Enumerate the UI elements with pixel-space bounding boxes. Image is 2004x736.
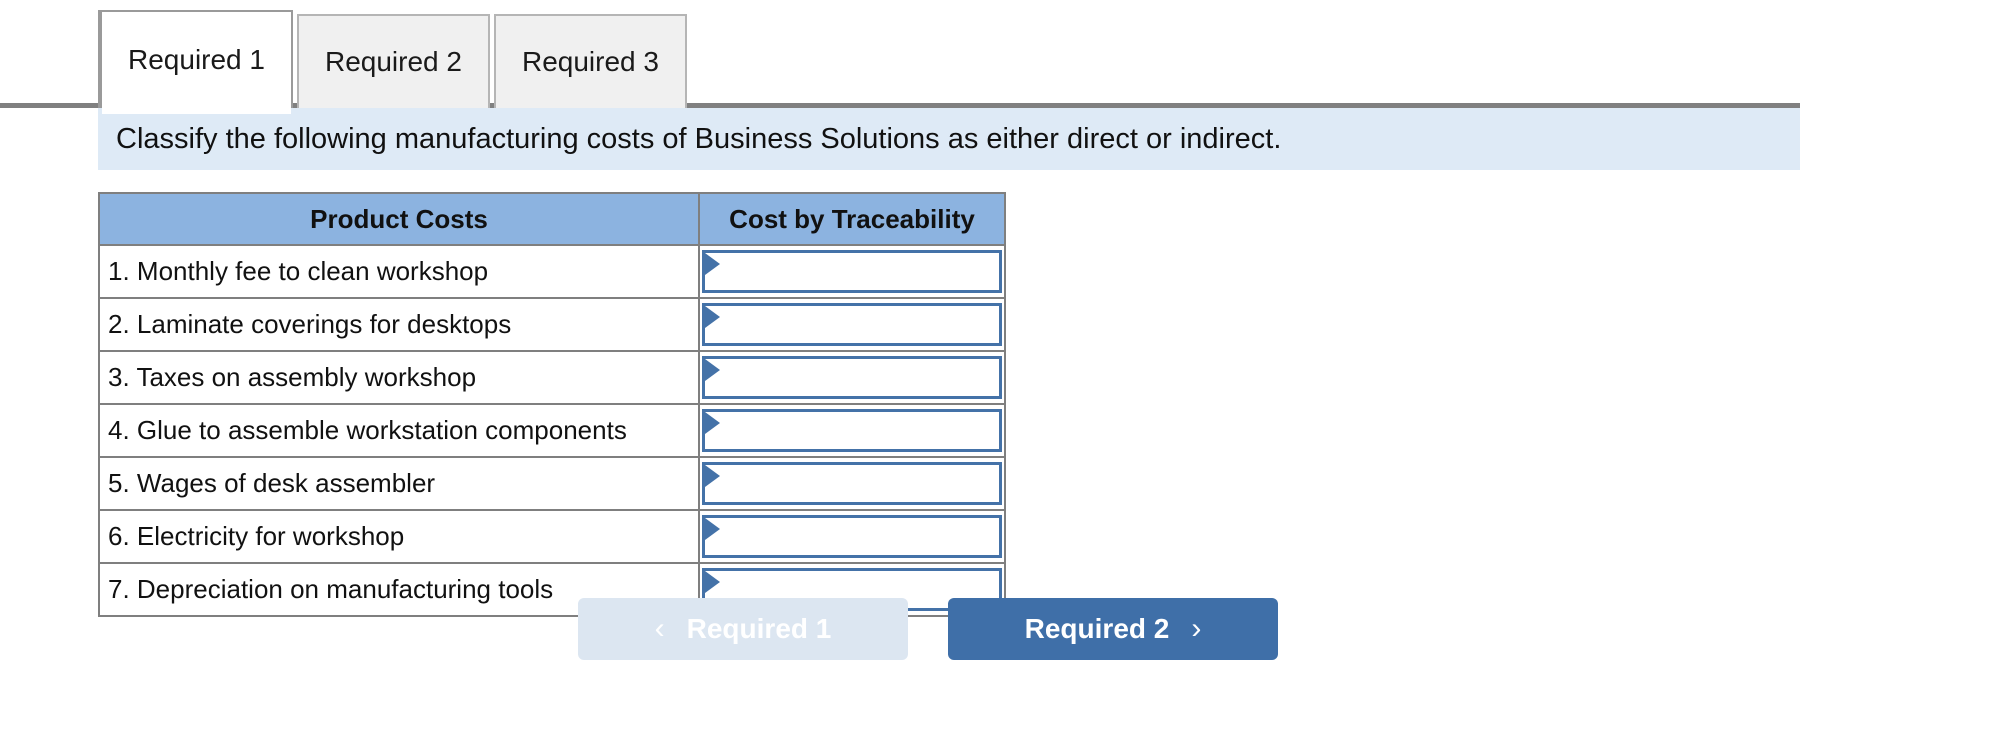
product-cost-label: 3. Taxes on assembly workshop	[98, 350, 700, 405]
traceability-cell	[698, 456, 1006, 511]
dropdown-triangle-icon	[705, 571, 720, 593]
traceability-dropdown-5[interactable]	[702, 462, 1002, 505]
traceability-cell	[698, 350, 1006, 405]
traceability-cell	[698, 244, 1006, 299]
table-header-row: Product Costs Cost by Traceability	[98, 192, 1006, 246]
tab-list: Required 1 Required 2 Required 3	[98, 10, 687, 114]
table-row: 3. Taxes on assembly workshop	[98, 350, 1006, 405]
table-row: 6. Electricity for workshop	[98, 509, 1006, 564]
traceability-dropdown-6[interactable]	[702, 515, 1002, 558]
traceability-dropdown-4[interactable]	[702, 409, 1002, 452]
next-required-button[interactable]: Required 2 ›	[948, 598, 1278, 660]
product-cost-label: 5. Wages of desk assembler	[98, 456, 700, 511]
chevron-right-icon: ›	[1191, 612, 1202, 645]
table-row: 2. Laminate coverings for desktops	[98, 297, 1006, 352]
traceability-dropdown-3[interactable]	[702, 356, 1002, 399]
footer-navigation: ‹ Required 1 Required 2 ›	[578, 598, 1278, 660]
dropdown-triangle-icon	[705, 465, 720, 487]
tab-required-1[interactable]: Required 1	[98, 10, 293, 114]
tab-required-2[interactable]: Required 2	[296, 14, 490, 108]
traceability-dropdown-1[interactable]	[702, 250, 1002, 293]
dropdown-triangle-icon	[705, 253, 720, 275]
instruction-text: Classify the following manufacturing cos…	[116, 122, 1282, 155]
table-row: 5. Wages of desk assembler	[98, 456, 1006, 511]
previous-button-label: Required 1	[686, 613, 832, 644]
product-cost-label: 4. Glue to assemble workstation componen…	[98, 403, 700, 458]
dropdown-triangle-icon	[705, 412, 720, 434]
table-row: 4. Glue to assemble workstation componen…	[98, 403, 1006, 458]
product-cost-label: 6. Electricity for workshop	[98, 509, 700, 564]
chevron-left-icon: ‹	[654, 612, 665, 645]
traceability-cell	[698, 297, 1006, 352]
table-head: Product Costs Cost by Traceability	[98, 192, 1006, 246]
traceability-cell	[698, 403, 1006, 458]
table-row: 1. Monthly fee to clean workshop	[98, 244, 1006, 299]
product-cost-label: 1. Monthly fee to clean workshop	[98, 244, 700, 299]
dropdown-triangle-icon	[705, 359, 720, 381]
tab-strip: Required 1 Required 2 Required 3	[0, 0, 2004, 114]
product-cost-label: 2. Laminate coverings for desktops	[98, 297, 700, 352]
column-header-product-costs: Product Costs	[98, 192, 700, 246]
dropdown-triangle-icon	[705, 518, 720, 540]
cost-classification-table: Product Costs Cost by Traceability 1. Mo…	[98, 192, 1006, 617]
tab-label: Required 3	[521, 46, 659, 77]
instruction-bar: Classify the following manufacturing cos…	[98, 108, 1800, 170]
traceability-dropdown-2[interactable]	[702, 303, 1002, 346]
column-header-cost-by-traceability: Cost by Traceability	[698, 192, 1006, 246]
table-body: 1. Monthly fee to clean workshop 2. Lami…	[98, 244, 1006, 617]
previous-required-button[interactable]: ‹ Required 1	[578, 598, 908, 660]
tab-label: Required 2	[324, 46, 462, 77]
dropdown-triangle-icon	[705, 306, 720, 328]
tab-required-3[interactable]: Required 3	[493, 14, 687, 108]
next-button-label: Required 2	[1024, 613, 1170, 644]
traceability-cell	[698, 509, 1006, 564]
tab-label: Required 1	[128, 44, 265, 75]
